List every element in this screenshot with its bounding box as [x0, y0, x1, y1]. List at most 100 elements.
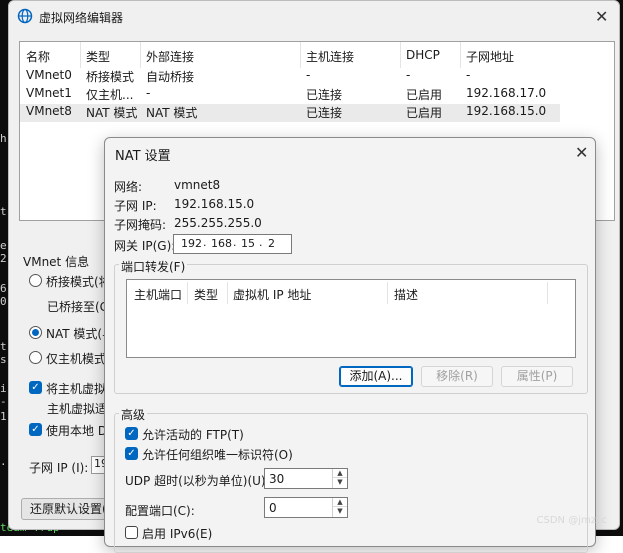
pf-col-description[interactable]: 描述 [394, 286, 418, 303]
cell: 自动桥接 [146, 70, 195, 84]
editor-title: 虚拟网络编辑器 [39, 11, 124, 25]
cell: VMnet1 [26, 86, 72, 100]
nat-mode-radio[interactable] [29, 326, 42, 339]
pf-col-type[interactable]: 类型 [194, 286, 218, 303]
pf-col-host-port[interactable]: 主机端口 [134, 286, 182, 303]
cell: 已连接 [306, 106, 343, 120]
network-list-header: 名称 类型 外部连接 主机连接 DHCP 子网地址 [20, 42, 614, 68]
col-external[interactable]: 外部连接 [146, 48, 194, 65]
terminal-char: 1 [0, 410, 7, 423]
subnet-ip-label: 子网 IP (I): [29, 461, 89, 475]
terminal-char: . [0, 455, 7, 468]
bridge-mode-radio[interactable] [29, 274, 42, 287]
subnet-ip-input[interactable]: 19 [91, 456, 108, 474]
cell: NAT 模式 [146, 106, 198, 120]
config-port-label: 配置端口(C): [125, 504, 195, 518]
gateway-octet-2[interactable]: 168 [211, 237, 232, 250]
allow-any-oui-label: 允许任何组织唯一标识符(O) [142, 448, 293, 462]
pf-col-vm-ip[interactable]: 虚拟机 IP 地址 [233, 286, 311, 303]
terminal-char: h [0, 132, 7, 145]
terminal-char: - [0, 395, 7, 408]
gateway-octet-4[interactable]: 2 [268, 237, 275, 250]
restore-defaults-button[interactable]: 还原默认设置(R [21, 498, 117, 520]
udp-timeout-label: UDP 超时(以秒为单位)(U): [125, 474, 270, 488]
network-value: vmnet8 [174, 178, 221, 192]
cell: - [406, 68, 411, 82]
use-local-dhcp-checkbox[interactable]: ✓ [29, 423, 42, 436]
connect-host-adapter-checkbox[interactable]: ✓ [29, 381, 42, 394]
advanced-label: 高级 [119, 406, 148, 423]
port-forwarding-label: 端口转发(F) [119, 258, 188, 275]
gateway-ip-input[interactable]: 192 . 168 . 15 . 2 [173, 234, 292, 254]
col-host-connection[interactable]: 主机连接 [306, 48, 354, 65]
watermark: CSDN @jmzcc [536, 515, 607, 526]
subnet-mask-label: 子网掩码: [114, 218, 167, 232]
terminal-char: i [0, 382, 7, 395]
subnet-ip-label: 子网 IP: [114, 199, 157, 213]
host-only-radio[interactable] [29, 351, 42, 364]
bridged-to-label: 已桥接至(G [47, 300, 109, 314]
use-local-dhcp-label: 使用本地 D [46, 424, 108, 438]
enable-ipv6-label: 启用 IPv6(E) [142, 527, 213, 541]
terminal-char: 6 [0, 282, 7, 295]
enable-ipv6-checkbox[interactable] [125, 526, 138, 539]
editor-close-icon[interactable]: ✕ [595, 9, 608, 25]
spin-up-icon[interactable]: ▲ [333, 498, 347, 507]
col-dhcp[interactable]: DHCP [406, 48, 440, 62]
host-adapter-name-label: 主机虚拟适 [47, 402, 108, 416]
bridge-mode-label: 桥接模式(将 [46, 275, 111, 289]
cell: 192.168.17.0 [466, 86, 547, 100]
editor-title-bar: 虚拟网络编辑器 ✕ [9, 1, 619, 31]
cell: 仅主机... [86, 88, 134, 102]
spin-down-icon[interactable]: ▼ [333, 507, 347, 516]
udp-timeout-value[interactable]: 30 [269, 472, 284, 486]
host-only-label: 仅主机模式 [46, 352, 107, 366]
vmnet-info-label: VMnet 信息 [23, 255, 90, 269]
terminal-char: s [0, 353, 7, 366]
nat-close-icon[interactable]: ✕ [575, 145, 588, 161]
spin-up-icon[interactable]: ▲ [333, 469, 347, 478]
port-forwarding-list[interactable]: 主机端口 类型 虚拟机 IP 地址 描述 [126, 279, 576, 358]
udp-timeout-stepper[interactable]: 30 ▲ ▼ [264, 468, 348, 489]
cell: VMnet0 [26, 68, 72, 82]
cell: - [306, 68, 311, 82]
table-row-selected[interactable]: VMnet8 NAT 模式 NAT 模式 已连接 已启用 192.168.15.… [20, 104, 560, 122]
table-row[interactable]: VMnet0 桥接模式 自动桥接 - - - [20, 68, 614, 86]
cell: 桥接模式 [86, 70, 135, 84]
terminal-char: e [0, 239, 7, 252]
cell: 192.168.15.0 [466, 104, 547, 118]
nat-settings-dialog: NAT 设置 ✕ 网络: vmnet8 子网 IP: 192.168.15.0 … [104, 137, 596, 553]
gateway-octet-1[interactable]: 192 [181, 237, 202, 250]
col-subnet[interactable]: 子网地址 [466, 48, 514, 65]
spin-down-icon[interactable]: ▼ [333, 478, 347, 487]
cell: NAT 模式 [86, 106, 138, 120]
config-port-stepper[interactable]: 0 ▲ ▼ [264, 497, 348, 518]
allow-active-ftp-label: 允许活动的 FTP(T) [142, 428, 244, 442]
allow-any-oui-checkbox[interactable]: ✓ [125, 447, 138, 460]
allow-active-ftp-checkbox[interactable]: ✓ [125, 427, 138, 440]
cell: 已启用 [406, 106, 443, 120]
subnet-ip-value: 192.168.15.0 [174, 197, 255, 211]
subnet-mask-value: 255.255.255.0 [174, 216, 262, 230]
cell: VMnet8 [26, 104, 72, 118]
terminal-char: 0 [0, 295, 7, 308]
cell: - [466, 68, 471, 82]
terminal-char: t [0, 205, 7, 218]
network-label: 网络: [114, 180, 143, 194]
cell: - [146, 86, 151, 100]
nat-dialog-title: NAT 设置 [115, 149, 171, 164]
col-type[interactable]: 类型 [86, 48, 110, 65]
table-row[interactable]: VMnet1 仅主机... - 已连接 已启用 192.168.17.0 [20, 86, 614, 104]
remove-button[interactable]: 移除(R) [421, 366, 493, 387]
connect-host-adapter-label: 将主机虚拟 [46, 382, 107, 396]
network-globe-icon [17, 8, 33, 24]
config-port-value[interactable]: 0 [269, 501, 277, 515]
col-name[interactable]: 名称 [26, 48, 50, 65]
properties-button[interactable]: 属性(P) [501, 366, 573, 387]
cell: 已连接 [306, 88, 343, 102]
gateway-ip-label: 网关 IP(G): [114, 239, 176, 253]
terminal-char: 2 [0, 252, 7, 265]
add-button[interactable]: 添加(A)... [339, 366, 413, 387]
gateway-octet-3[interactable]: 15 [241, 237, 255, 250]
terminal-char: t [0, 340, 7, 353]
